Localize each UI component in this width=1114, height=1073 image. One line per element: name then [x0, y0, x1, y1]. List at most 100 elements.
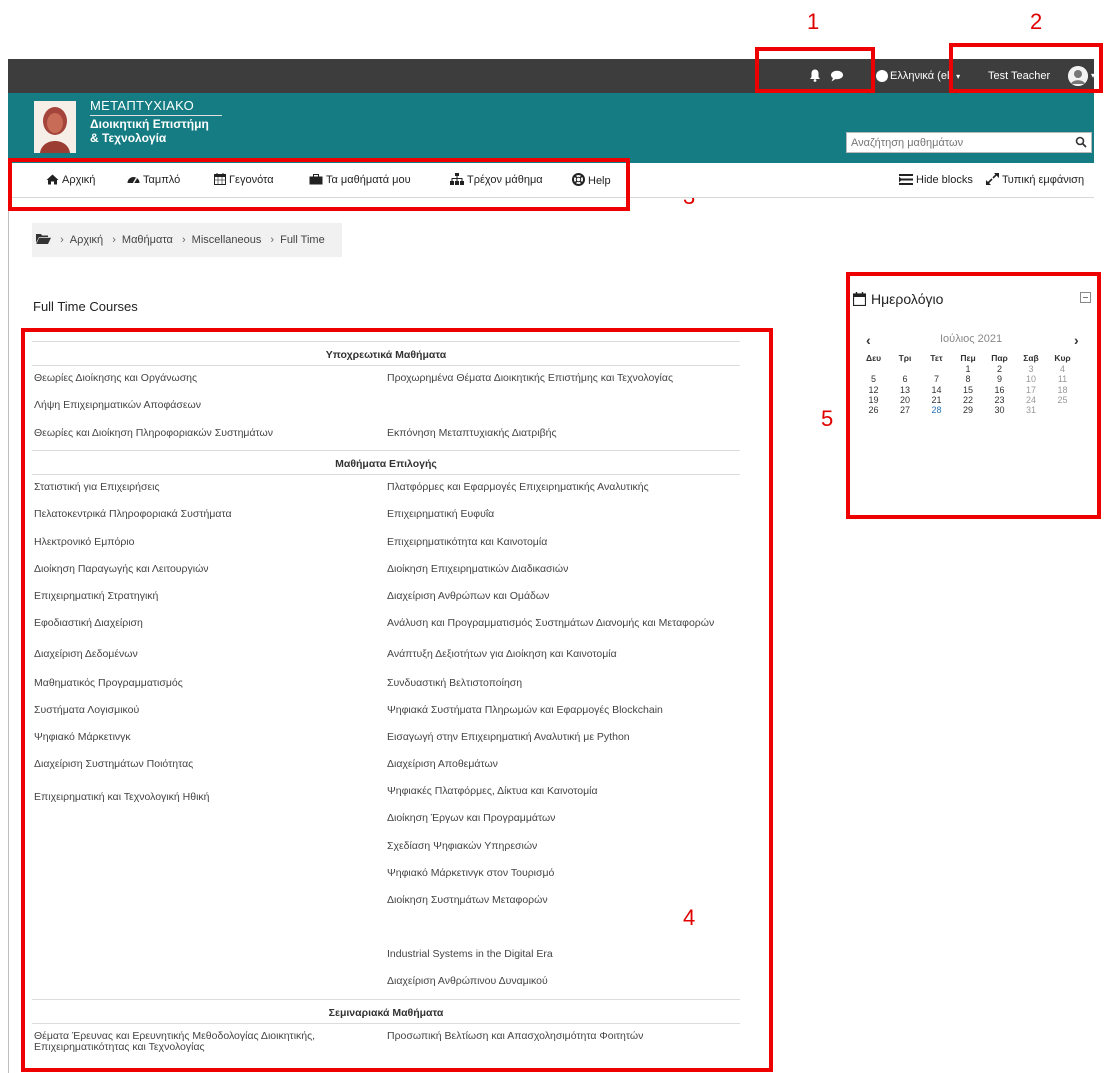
- calendar-day[interactable]: 25: [1047, 395, 1078, 405]
- course-link[interactable]: Διαχείριση Ανθρώπινου Δυναμικού: [387, 976, 737, 987]
- course-link[interactable]: Διοίκηση Επιχειρηματικών Διαδικασιών: [387, 564, 737, 575]
- calendar-day[interactable]: 8: [953, 374, 984, 384]
- course-link[interactable]: Διαχείριση Δεδομένων: [34, 649, 364, 660]
- user-menu[interactable]: Test Teacher: [988, 59, 1050, 93]
- course-link[interactable]: Επιχειρηματική Ευφυΐα: [387, 509, 737, 520]
- calendar-day[interactable]: 16: [984, 385, 1015, 395]
- calendar-day[interactable]: 18: [1047, 385, 1078, 395]
- search-icon[interactable]: [1075, 136, 1087, 148]
- calendar-day[interactable]: 17: [1016, 385, 1047, 395]
- course-link[interactable]: Εφοδιαστική Διαχείριση: [34, 618, 364, 629]
- main-navigation: Αρχική Ταμπλό Γεγονότα Τα μαθήματά μου Τ…: [8, 163, 1094, 198]
- calendar-day[interactable]: 9: [984, 374, 1015, 384]
- course-link[interactable]: Διαχείριση Αποθεμάτων: [387, 759, 737, 770]
- calendar-day[interactable]: 11: [1047, 374, 1078, 384]
- calendar-day[interactable]: 13: [890, 385, 921, 395]
- course-link[interactable]: Θέματα Έρευνας και Ερευνητικής Μεθοδολογ…: [34, 1031, 364, 1053]
- calendar-day[interactable]: 29: [953, 405, 984, 415]
- course-link[interactable]: Προσωπική Βελτίωση και Απασχολησιμότητα …: [387, 1031, 737, 1042]
- course-link[interactable]: Επιχειρηματική και Τεχνολογική Ηθική: [34, 792, 364, 803]
- course-link[interactable]: Ηλεκτρονικό Εμπόριο: [34, 537, 364, 548]
- calendar-day[interactable]: 2: [984, 364, 1015, 374]
- collapse-block-icon[interactable]: [1080, 292, 1091, 303]
- calendar-next-month-icon[interactable]: ›: [1074, 332, 1079, 348]
- calendar-day[interactable]: 21: [921, 395, 952, 405]
- course-link[interactable]: Λήψη Επιχειρηματικών Αποφάσεων: [34, 400, 364, 411]
- course-link[interactable]: Επιχειρηματικότητα και Καινοτομία: [387, 537, 737, 548]
- calendar-title-text: Ημερολόγιο: [871, 291, 944, 307]
- course-link[interactable]: Στατιστική για Επιχειρήσεις: [34, 482, 364, 493]
- calendar-day[interactable]: 30: [984, 405, 1015, 415]
- course-link[interactable]: Ψηφιακό Μάρκετινγκ: [34, 732, 364, 743]
- calendar-day[interactable]: 26: [858, 405, 889, 415]
- course-link[interactable]: Σχεδίαση Ψηφιακών Υπηρεσιών: [387, 841, 737, 852]
- calendar-day[interactable]: 28: [921, 405, 952, 415]
- calendar-day[interactable]: 22: [953, 395, 984, 405]
- calendar-day[interactable]: 10: [1016, 374, 1047, 384]
- course-link[interactable]: Θεωρίες Διοίκησης και Οργάνωσης: [34, 373, 364, 384]
- course-link[interactable]: Διαχείριση Ανθρώπων και Ομάδων: [387, 591, 737, 602]
- nav-label-home: Αρχική: [62, 174, 96, 186]
- standard-view-button[interactable]: Τυπική εμφάνιση: [986, 173, 1084, 187]
- nav-item-home[interactable]: Αρχική: [46, 173, 95, 187]
- calendar-month-label[interactable]: Ιούλιος 2021: [940, 333, 1002, 345]
- course-link[interactable]: Ψηφιακές Πλατφόρμες, Δίκτυα και Καινοτομ…: [387, 786, 737, 797]
- course-link[interactable]: Επιχειρηματική Στρατηγική: [34, 591, 364, 602]
- calendar-day[interactable]: 7: [921, 374, 952, 384]
- hide-blocks-label: Hide blocks: [916, 174, 973, 186]
- breadcrumb-home[interactable]: Αρχική: [70, 234, 103, 246]
- course-link[interactable]: Ψηφιακά Συστήματα Πληρωμών και Εφαρμογές…: [387, 705, 737, 716]
- calendar-day[interactable]: 31: [1016, 405, 1047, 415]
- calendar-day[interactable]: 15: [953, 385, 984, 395]
- course-link[interactable]: Διαχείριση Συστημάτων Ποιότητας: [34, 759, 364, 770]
- user-menu-chevron-icon[interactable]: ▾: [1091, 59, 1095, 93]
- nav-item-dashboard[interactable]: Ταμπλό: [127, 173, 180, 187]
- course-link[interactable]: Διοίκηση Παραγωγής και Λειτουργιών: [34, 564, 364, 575]
- course-link[interactable]: Ανάπτυξη Δεξιοτήτων για Διοίκηση και Και…: [387, 649, 737, 660]
- site-logo-text[interactable]: ΜΕΤΑΠΤΥΧΙΑΚΟ Διοικητική Επιστήμη & Τεχνο…: [90, 98, 222, 145]
- calendar-day[interactable]: 6: [890, 374, 921, 384]
- course-link[interactable]: Θεωρίες και Διοίκηση Πληροφοριακών Συστη…: [34, 428, 364, 439]
- course-link[interactable]: Μαθηματικός Προγραμματισμός: [34, 678, 364, 689]
- course-link[interactable]: Συνδυαστική Βελτιστοποίηση: [387, 678, 737, 689]
- calendar-prev-month-icon[interactable]: ‹: [866, 332, 871, 348]
- nav-item-my-courses[interactable]: Τα μαθήματά μου: [309, 173, 411, 187]
- course-link[interactable]: Διοίκηση Έργων και Προγραμμάτων: [387, 813, 737, 824]
- calendar-day[interactable]: 4: [1047, 364, 1078, 374]
- course-link[interactable]: Διοίκηση Συστημάτων Μεταφορών: [387, 895, 737, 906]
- logo-bust-image[interactable]: [34, 101, 76, 153]
- messages-chat-icon[interactable]: [830, 70, 844, 82]
- course-link[interactable]: Πελατοκεντρικά Πληροφοριακά Συστήματα: [34, 509, 364, 520]
- user-avatar[interactable]: [1068, 66, 1088, 86]
- course-link[interactable]: Industrial Systems in the Digital Era: [387, 949, 737, 960]
- course-link[interactable]: Προχωρημένα Θέματα Διοικητικής Επιστήμης…: [387, 373, 737, 384]
- calendar-day[interactable]: 20: [890, 395, 921, 405]
- calendar-day[interactable]: 24: [1016, 395, 1047, 405]
- course-search-input[interactable]: [847, 134, 1065, 152]
- calendar-day[interactable]: 27: [890, 405, 921, 415]
- language-menu[interactable]: Ελληνικά (el) ▾: [890, 59, 960, 93]
- course-link[interactable]: Πλατφόρμες και Εφαρμογές Επιχειρηματικής…: [387, 482, 737, 493]
- nav-item-help[interactable]: Help: [572, 173, 611, 187]
- course-link[interactable]: Εκπόνηση Μεταπτυχιακής Διατριβής: [387, 428, 737, 439]
- calendar-day[interactable]: 5: [858, 374, 889, 384]
- hide-blocks-button[interactable]: Hide blocks: [899, 173, 973, 187]
- breadcrumb-full-time[interactable]: Full Time: [280, 234, 325, 246]
- course-link[interactable]: Ανάλυση και Προγραμματισμός Συστημάτων Δ…: [387, 618, 722, 629]
- nav-item-events[interactable]: Γεγονότα: [214, 173, 274, 187]
- course-link[interactable]: Ψηφιακό Μάρκετινγκ στον Τουρισμό: [387, 868, 737, 879]
- calendar-day[interactable]: 19: [858, 395, 889, 405]
- breadcrumb-miscellaneous[interactable]: Miscellaneous: [192, 234, 262, 246]
- calendar-day[interactable]: 3: [1016, 364, 1047, 374]
- nav-item-current-course[interactable]: Τρέχον μάθημα: [450, 173, 543, 187]
- calendar-day[interactable]: 23: [984, 395, 1015, 405]
- course-link[interactable]: Συστήματα Λογισμικού: [34, 705, 364, 716]
- notification-bell-icon[interactable]: [809, 69, 821, 82]
- calendar-day[interactable]: 1: [953, 364, 984, 374]
- calendar-day[interactable]: 14: [921, 385, 952, 395]
- breadcrumb-courses[interactable]: Μαθήματα: [122, 234, 173, 246]
- calendar-day[interactable]: 12: [858, 385, 889, 395]
- life-ring-icon: [572, 173, 585, 186]
- sitemap-icon: [450, 173, 464, 185]
- course-link[interactable]: Εισαγωγή στην Επιχειρηματική Αναλυτική μ…: [387, 732, 737, 743]
